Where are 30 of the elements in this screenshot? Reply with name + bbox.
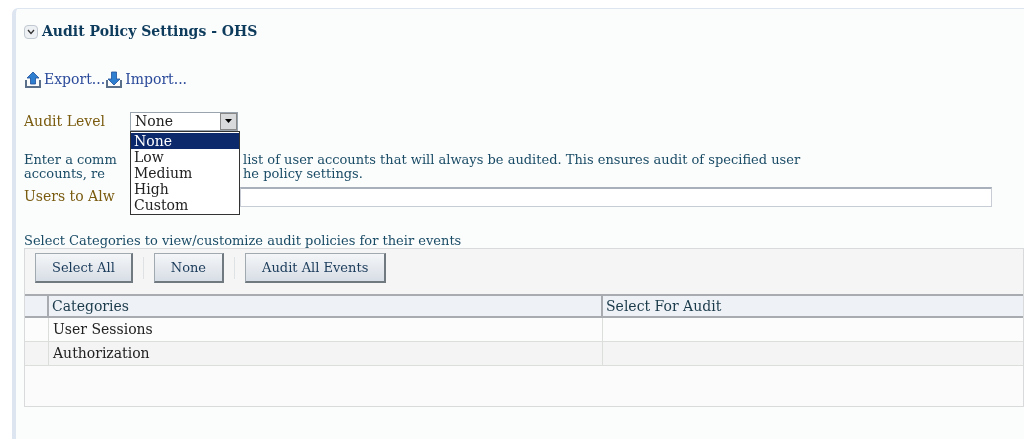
categories-caption: Select Categories to view/customize audit policies for their events [24, 233, 463, 248]
dropdown-option[interactable]: High [131, 181, 239, 197]
description-text: list of user accounts that will always be audited. This ensures audit of specified user [243, 153, 801, 167]
table-cell: Authorization [49, 342, 603, 365]
audit-level-label: Audit Level [24, 111, 106, 131]
users-input-field[interactable] [240, 186, 992, 207]
description-text: Enter a comm [24, 152, 117, 167]
toolbar-button[interactable]: Audit All Events [245, 253, 387, 283]
users-field-label: Users to Alw [24, 188, 115, 204]
export-link[interactable]: Export... [24, 69, 106, 90]
panel-title: Audit Policy Settings - OHS [42, 22, 258, 41]
dropdown-option[interactable]: None [131, 133, 239, 149]
toolbar-button[interactable]: None [153, 253, 225, 283]
download-icon [105, 70, 124, 89]
caret-icon [225, 119, 232, 123]
column-header[interactable]: Select For Audit [603, 296, 1023, 316]
audit-level-select[interactable]: None [130, 111, 238, 131]
import-link[interactable]: Import... [105, 69, 188, 90]
dropdown-option[interactable]: Low [131, 149, 239, 165]
dropdown-option[interactable]: Custom [131, 197, 239, 213]
description-text: he policy settings. [243, 167, 363, 181]
description-text: accounts, re [24, 166, 105, 181]
chevron-icon [27, 28, 35, 35]
dropdown-button[interactable] [220, 112, 237, 130]
column-header[interactable]: Categories [49, 296, 603, 316]
upload-icon [24, 70, 42, 89]
collapse-toggle[interactable] [24, 24, 38, 39]
dropdown-option[interactable]: Medium [131, 165, 239, 181]
table-cell: User Sessions [49, 318, 603, 341]
toolbar-button[interactable]: Select All [35, 253, 133, 283]
